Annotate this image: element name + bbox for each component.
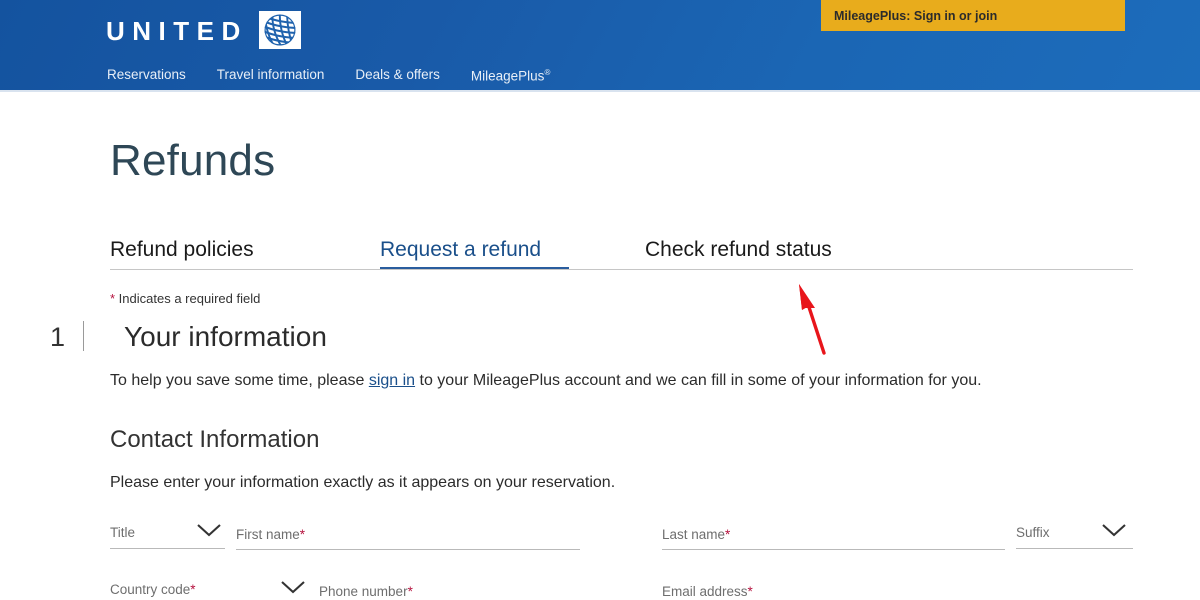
field-label-email-address: Email address* xyxy=(662,584,753,599)
tab-refund-policies[interactable]: Refund policies xyxy=(110,238,254,271)
page-root: UNITED MileagePlus: Sign in or join Rese… xyxy=(0,0,1200,600)
required-asterisk-icon-country-code: * xyxy=(190,582,196,597)
nav-label-deals-offers: Deals & offers xyxy=(355,66,440,82)
site-header: UNITED MileagePlus: Sign in or join Rese… xyxy=(0,0,1200,90)
required-asterisk-icon-first-name: * xyxy=(299,527,306,542)
required-asterisk-icon-email-address: * xyxy=(747,584,753,599)
signin-suffix-text: to your MileagePlus account and we can f… xyxy=(415,372,982,389)
field-label-first-name: First name* xyxy=(236,527,306,542)
field-label-last-name: Last name* xyxy=(662,527,731,542)
step-divider xyxy=(83,321,85,351)
field-underline-first-name xyxy=(236,549,580,550)
red-pointer-arrow-icon xyxy=(790,281,850,366)
field-label-suffix: Suffix xyxy=(1016,525,1050,540)
required-asterisk-icon-last-name: * xyxy=(725,527,731,542)
chevron-down-icon-country-code[interactable] xyxy=(280,579,306,595)
registered-mark-icon: ® xyxy=(544,68,551,77)
refund-tabs: Refund policies Request a refund Check r… xyxy=(110,238,1133,273)
field-underline-last-name xyxy=(662,549,1005,550)
chevron-down-icon-title[interactable] xyxy=(196,522,222,538)
united-globe-icon xyxy=(258,11,301,49)
contact-information-subtext: Please enter your information exactly as… xyxy=(110,474,616,491)
primary-navigation: Reservations Travel information Deals & … xyxy=(107,64,550,86)
nav-label-mileageplus: MileagePlus xyxy=(470,68,545,84)
step-number: 1 xyxy=(50,322,66,352)
brand-wordmark: UNITED xyxy=(106,15,248,46)
step-heading: 1 Your information xyxy=(50,316,327,353)
nav-item-reservations[interactable]: Reservations xyxy=(107,66,186,84)
signin-prefix-text: To help you save some time, please xyxy=(110,372,369,389)
contact-information-heading: Contact Information xyxy=(110,426,320,453)
required-field-note: * Indicates a required field xyxy=(110,291,260,306)
chevron-down-icon-suffix[interactable] xyxy=(1101,522,1127,538)
nav-item-travel-information[interactable]: Travel information xyxy=(217,66,325,84)
nav-item-deals-offers[interactable]: Deals & offers xyxy=(355,66,440,84)
required-asterisk-icon-phone-number: * xyxy=(407,584,413,599)
signin-link[interactable]: sign in xyxy=(369,372,415,389)
field-underline-suffix xyxy=(1016,548,1133,549)
mileageplus-signin-banner[interactable]: MileagePlus: Sign in or join xyxy=(821,0,1125,31)
field-underline-title xyxy=(110,548,225,549)
mileageplus-banner-label: MileagePlus: Sign in or join xyxy=(834,8,998,23)
field-label-country-code: Country code* xyxy=(110,582,196,597)
required-note-text: Indicates a required field xyxy=(115,291,261,306)
nav-item-mileageplus[interactable]: MileagePlus® xyxy=(471,64,550,86)
header-divider xyxy=(0,90,1200,92)
united-brand-logo[interactable]: UNITED xyxy=(106,11,301,49)
nav-label-reservations: Reservations xyxy=(107,66,186,82)
tabs-bottom-rule xyxy=(110,269,1133,270)
page-title: Refunds xyxy=(110,136,276,185)
field-label-title: Title xyxy=(110,525,136,540)
step-title: Your information xyxy=(124,321,327,352)
field-label-phone-number: Phone number* xyxy=(319,584,413,599)
nav-label-travel-information: Travel information xyxy=(216,66,325,82)
signin-prompt: To help you save some time, please sign … xyxy=(110,372,982,390)
tab-check-refund-status[interactable]: Check refund status xyxy=(645,238,832,271)
